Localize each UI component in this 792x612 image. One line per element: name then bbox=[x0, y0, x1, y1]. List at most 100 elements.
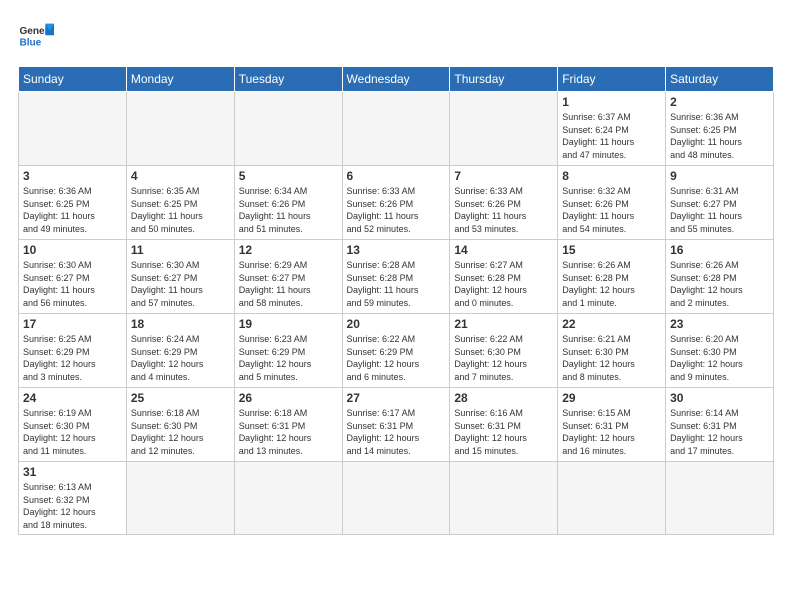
calendar-cell: 17Sunrise: 6:25 AM Sunset: 6:29 PM Dayli… bbox=[19, 314, 127, 388]
day-info: Sunrise: 6:13 AM Sunset: 6:32 PM Dayligh… bbox=[23, 481, 122, 531]
week-row-5: 31 Sunrise: 6:13 AM Sunset: 6:32 PM Dayli… bbox=[19, 462, 774, 535]
day-number: 25 bbox=[131, 391, 230, 405]
calendar-cell: 4Sunrise: 6:35 AM Sunset: 6:25 PM Daylig… bbox=[126, 166, 234, 240]
day-number: 19 bbox=[239, 317, 338, 331]
day-number: 29 bbox=[562, 391, 661, 405]
day-number: 9 bbox=[670, 169, 769, 183]
calendar-header: SundayMondayTuesdayWednesdayThursdayFrid… bbox=[19, 67, 774, 92]
weekday-header-tuesday: Tuesday bbox=[234, 67, 342, 92]
day-number: 12 bbox=[239, 243, 338, 257]
weekday-header-sunday: Sunday bbox=[19, 67, 127, 92]
day-info: Sunrise: 6:33 AM Sunset: 6:26 PM Dayligh… bbox=[347, 185, 446, 235]
day-info: Sunrise: 6:36 AM Sunset: 6:25 PM Dayligh… bbox=[670, 111, 769, 161]
calendar-cell bbox=[126, 92, 234, 166]
day-info: Sunrise: 6:27 AM Sunset: 6:28 PM Dayligh… bbox=[454, 259, 553, 309]
weekday-header-friday: Friday bbox=[558, 67, 666, 92]
day-number: 13 bbox=[347, 243, 446, 257]
calendar-cell: 23Sunrise: 6:20 AM Sunset: 6:30 PM Dayli… bbox=[666, 314, 774, 388]
calendar-cell: 5Sunrise: 6:34 AM Sunset: 6:26 PM Daylig… bbox=[234, 166, 342, 240]
day-info: Sunrise: 6:29 AM Sunset: 6:27 PM Dayligh… bbox=[239, 259, 338, 309]
calendar-cell: 20Sunrise: 6:22 AM Sunset: 6:29 PM Dayli… bbox=[342, 314, 450, 388]
logo: General Blue bbox=[18, 18, 54, 54]
week-row-1: 3 Sunrise: 6:36 AM Sunset: 6:25 PM Daylig… bbox=[19, 166, 774, 240]
calendar-cell bbox=[126, 462, 234, 535]
svg-text:Blue: Blue bbox=[19, 37, 41, 48]
day-info: Sunrise: 6:15 AM Sunset: 6:31 PM Dayligh… bbox=[562, 407, 661, 457]
day-info: Sunrise: 6:30 AM Sunset: 6:27 PM Dayligh… bbox=[131, 259, 230, 309]
day-number: 4 bbox=[131, 169, 230, 183]
day-number: 26 bbox=[239, 391, 338, 405]
day-number: 5 bbox=[239, 169, 338, 183]
week-row-3: 17Sunrise: 6:25 AM Sunset: 6:29 PM Dayli… bbox=[19, 314, 774, 388]
calendar-cell: 1 Sunrise: 6:37 AM Sunset: 6:24 PM Daylig… bbox=[558, 92, 666, 166]
calendar-cell: 13 Sunrise: 6:28 AM Sunset: 6:28 PM Dayli… bbox=[342, 240, 450, 314]
day-info: Sunrise: 6:16 AM Sunset: 6:31 PM Dayligh… bbox=[454, 407, 553, 457]
calendar-cell: 31 Sunrise: 6:13 AM Sunset: 6:32 PM Dayli… bbox=[19, 462, 127, 535]
day-info: Sunrise: 6:37 AM Sunset: 6:24 PM Dayligh… bbox=[562, 111, 661, 161]
day-info: Sunrise: 6:22 AM Sunset: 6:30 PM Dayligh… bbox=[454, 333, 553, 383]
day-number: 6 bbox=[347, 169, 446, 183]
calendar-cell: 29 Sunrise: 6:15 AM Sunset: 6:31 PM Dayli… bbox=[558, 388, 666, 462]
calendar-cell: 8Sunrise: 6:32 AM Sunset: 6:26 PM Daylig… bbox=[558, 166, 666, 240]
calendar-cell bbox=[342, 462, 450, 535]
calendar-cell bbox=[450, 462, 558, 535]
calendar-cell: 22Sunrise: 6:21 AM Sunset: 6:30 PM Dayli… bbox=[558, 314, 666, 388]
day-number: 3 bbox=[23, 169, 122, 183]
day-info: Sunrise: 6:33 AM Sunset: 6:26 PM Dayligh… bbox=[454, 185, 553, 235]
day-info: Sunrise: 6:26 AM Sunset: 6:28 PM Dayligh… bbox=[562, 259, 661, 309]
calendar-cell: 30 Sunrise: 6:14 AM Sunset: 6:31 PM Dayli… bbox=[666, 388, 774, 462]
day-info: Sunrise: 6:18 AM Sunset: 6:31 PM Dayligh… bbox=[239, 407, 338, 457]
calendar-cell bbox=[450, 92, 558, 166]
day-info: Sunrise: 6:17 AM Sunset: 6:31 PM Dayligh… bbox=[347, 407, 446, 457]
calendar-cell: 7 Sunrise: 6:33 AM Sunset: 6:26 PM Daylig… bbox=[450, 166, 558, 240]
day-number: 31 bbox=[23, 465, 122, 479]
weekday-header-saturday: Saturday bbox=[666, 67, 774, 92]
header: General Blue bbox=[18, 18, 774, 54]
day-number: 7 bbox=[454, 169, 553, 183]
day-number: 1 bbox=[562, 95, 661, 109]
day-number: 28 bbox=[454, 391, 553, 405]
calendar-cell: 28 Sunrise: 6:16 AM Sunset: 6:31 PM Dayli… bbox=[450, 388, 558, 462]
day-info: Sunrise: 6:28 AM Sunset: 6:28 PM Dayligh… bbox=[347, 259, 446, 309]
day-info: Sunrise: 6:24 AM Sunset: 6:29 PM Dayligh… bbox=[131, 333, 230, 383]
day-info: Sunrise: 6:26 AM Sunset: 6:28 PM Dayligh… bbox=[670, 259, 769, 309]
calendar-cell: 26 Sunrise: 6:18 AM Sunset: 6:31 PM Dayli… bbox=[234, 388, 342, 462]
generalblue-logo-icon: General Blue bbox=[18, 18, 54, 54]
day-info: Sunrise: 6:36 AM Sunset: 6:25 PM Dayligh… bbox=[23, 185, 122, 235]
day-number: 20 bbox=[347, 317, 446, 331]
day-number: 10 bbox=[23, 243, 122, 257]
calendar-cell: 18 Sunrise: 6:24 AM Sunset: 6:29 PM Dayli… bbox=[126, 314, 234, 388]
week-row-0: 1 Sunrise: 6:37 AM Sunset: 6:24 PM Daylig… bbox=[19, 92, 774, 166]
day-info: Sunrise: 6:14 AM Sunset: 6:31 PM Dayligh… bbox=[670, 407, 769, 457]
calendar-cell: 21 Sunrise: 6:22 AM Sunset: 6:30 PM Dayli… bbox=[450, 314, 558, 388]
weekday-header-wednesday: Wednesday bbox=[342, 67, 450, 92]
day-number: 8 bbox=[562, 169, 661, 183]
day-info: Sunrise: 6:19 AM Sunset: 6:30 PM Dayligh… bbox=[23, 407, 122, 457]
calendar-cell bbox=[342, 92, 450, 166]
day-info: Sunrise: 6:31 AM Sunset: 6:27 PM Dayligh… bbox=[670, 185, 769, 235]
calendar-body: 1 Sunrise: 6:37 AM Sunset: 6:24 PM Daylig… bbox=[19, 92, 774, 535]
calendar-cell: 10Sunrise: 6:30 AM Sunset: 6:27 PM Dayli… bbox=[19, 240, 127, 314]
week-row-2: 10 Sunrise: 6:30 AM Sunset: 6:27 PM Dayli… bbox=[19, 240, 774, 314]
day-number: 18 bbox=[131, 317, 230, 331]
day-number: 15 bbox=[562, 243, 661, 257]
day-number: 30 bbox=[670, 391, 769, 405]
calendar-cell: 27 Sunrise: 6:17 AM Sunset: 6:31 PM Dayli… bbox=[342, 388, 450, 462]
calendar-cell: 15 Sunrise: 6:26 AM Sunset: 6:28 PM Dayli… bbox=[558, 240, 666, 314]
calendar-cell bbox=[19, 92, 127, 166]
calendar-table: SundayMondayTuesdayWednesdayThursdayFrid… bbox=[18, 66, 774, 535]
calendar-cell: 14Sunrise: 6:27 AM Sunset: 6:28 PM Dayli… bbox=[450, 240, 558, 314]
day-info: Sunrise: 6:23 AM Sunset: 6:29 PM Dayligh… bbox=[239, 333, 338, 383]
calendar-cell bbox=[558, 462, 666, 535]
day-number: 27 bbox=[347, 391, 446, 405]
calendar-cell bbox=[666, 462, 774, 535]
day-number: 2 bbox=[670, 95, 769, 109]
day-number: 16 bbox=[670, 243, 769, 257]
calendar-cell: 24Sunrise: 6:19 AM Sunset: 6:30 PM Dayli… bbox=[19, 388, 127, 462]
day-number: 21 bbox=[454, 317, 553, 331]
day-info: Sunrise: 6:25 AM Sunset: 6:29 PM Dayligh… bbox=[23, 333, 122, 383]
day-info: Sunrise: 6:18 AM Sunset: 6:30 PM Dayligh… bbox=[131, 407, 230, 457]
weekday-header-thursday: Thursday bbox=[450, 67, 558, 92]
calendar-cell: 11Sunrise: 6:30 AM Sunset: 6:27 PM Dayli… bbox=[126, 240, 234, 314]
calendar-cell: 25 Sunrise: 6:18 AM Sunset: 6:30 PM Dayli… bbox=[126, 388, 234, 462]
